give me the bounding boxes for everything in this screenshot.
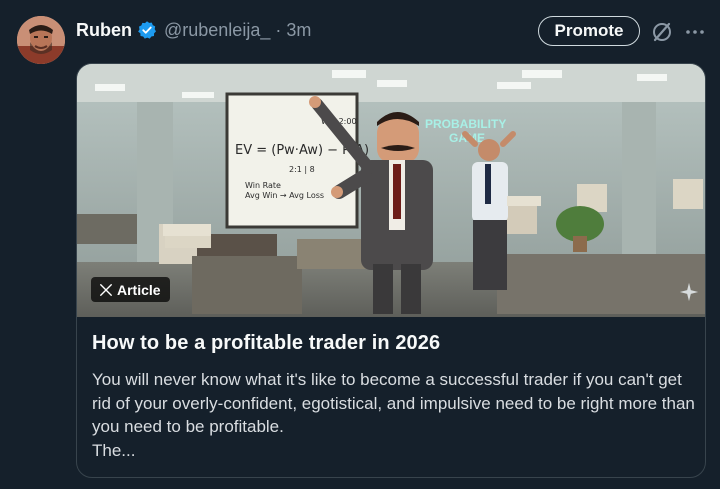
tweet-header: Ruben @rubenleija_ · 3m xyxy=(76,17,311,43)
svg-text:PROBABILITY: PROBABILITY xyxy=(425,117,506,131)
author-handle[interactable]: @rubenleija_ xyxy=(164,20,270,41)
article-card[interactable]: PROBABILITY GAME Win 2:00 EV = (Pw·Aw) −… xyxy=(76,63,706,478)
verified-badge-icon[interactable] xyxy=(137,20,157,40)
article-title[interactable]: How to be a profitable trader in 2026 xyxy=(92,332,692,355)
avatar-image xyxy=(17,16,65,64)
article-badge-label: Article xyxy=(117,281,161,298)
svg-text:Avg Win → Avg Loss: Avg Win → Avg Loss xyxy=(245,191,324,200)
tweet-timestamp[interactable]: 3m xyxy=(286,20,311,41)
author-name[interactable]: Ruben xyxy=(76,20,132,41)
sparkle-icon xyxy=(678,281,700,303)
article-cover-image: PROBABILITY GAME Win 2:00 EV = (Pw·Aw) −… xyxy=(77,64,705,317)
separator-dot: · xyxy=(275,19,282,40)
grok-icon[interactable] xyxy=(650,20,674,44)
x-logo-icon xyxy=(100,283,112,296)
promote-button[interactable]: Promote xyxy=(538,16,640,46)
svg-text:2:1 | 8: 2:1 | 8 xyxy=(289,165,315,174)
article-description: You will never know what it's like to be… xyxy=(92,370,695,436)
author-avatar[interactable] xyxy=(17,16,65,64)
more-options-icon[interactable] xyxy=(683,20,707,44)
article-badge: Article xyxy=(91,277,170,302)
article-continuation: The... xyxy=(92,441,136,460)
svg-text:Win Rate: Win Rate xyxy=(245,181,281,190)
